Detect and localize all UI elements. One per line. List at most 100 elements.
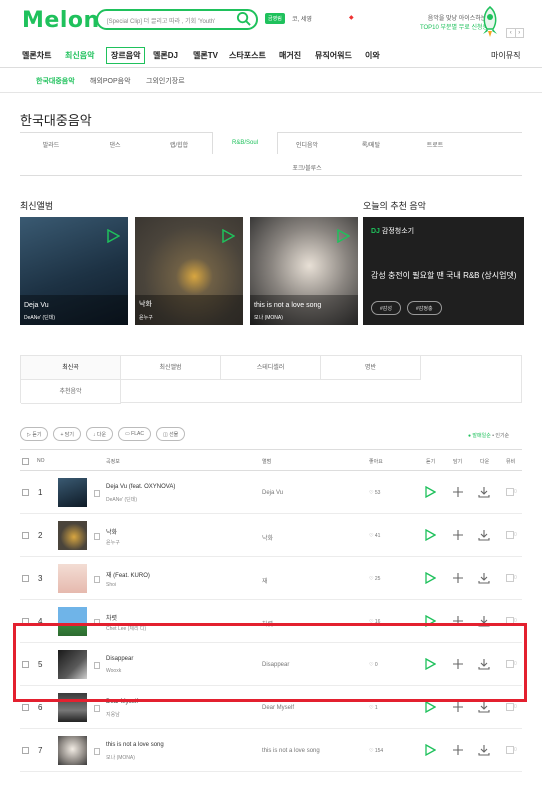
add-button[interactable]: + 담기 (53, 427, 81, 441)
song-info-icon[interactable] (94, 490, 100, 497)
like-button[interactable]: ♡ 41 (369, 533, 380, 539)
subnav-pop[interactable]: 해외POP음악 (90, 76, 131, 86)
song-title[interactable]: Deja Vu (feat. OXYNOVA) (106, 484, 175, 490)
album-artist[interactable]: 모나 (MONA) (254, 314, 283, 321)
album-artist[interactable]: 윤누구 (139, 314, 153, 321)
song-artist[interactable]: 지웅남 (106, 711, 120, 718)
download-icon[interactable] (478, 701, 490, 713)
play-icon[interactable] (221, 229, 235, 243)
song-info-icon[interactable] (94, 705, 100, 712)
recommend-description[interactable]: 감성 충전이 필요할 땐 국내 R&B (상시업뎃) (371, 270, 519, 282)
gnb-dj[interactable]: 멜론DJ (153, 50, 178, 61)
song-thumbnail[interactable] (58, 521, 87, 550)
tab-classic[interactable]: 명반 (321, 356, 421, 380)
like-button[interactable]: ♡ 25 (369, 576, 380, 582)
gnb-chart[interactable]: 멜론차트 (22, 50, 51, 61)
download-icon[interactable] (478, 744, 490, 756)
tab-latest-albums[interactable]: 최신앨범 (121, 356, 221, 380)
song-title[interactable]: 재 (Feat. KURO) (106, 570, 150, 579)
genre-dance[interactable]: 댄스 (84, 140, 146, 149)
row-checkbox[interactable] (22, 575, 29, 582)
song-thumbnail[interactable] (58, 736, 87, 765)
song-row[interactable]: 7 this is not a love song 모나 (MONA) this… (20, 729, 522, 772)
recommend-card[interactable]: DJ 감정청소기 감성 충전이 필요할 땐 국내 R&B (상시업뎃) #감성 … (363, 217, 524, 325)
song-row[interactable]: 3 재 (Feat. KURO) Shoi 재 ♡ 25 0 (20, 557, 522, 600)
song-title[interactable]: 차렷 (106, 613, 117, 622)
genre-indie[interactable]: 인디음악 (276, 140, 338, 149)
song-album[interactable]: 낙화 (262, 533, 273, 542)
mv-icon[interactable] (506, 703, 514, 711)
mv-icon[interactable] (506, 574, 514, 582)
tab-steady[interactable]: 스테디셀러 (221, 356, 321, 380)
genre-folk[interactable]: 포크/블루스 (276, 163, 338, 172)
song-info-icon[interactable] (94, 748, 100, 755)
gift-button[interactable]: ◫ 선물 (155, 427, 186, 441)
gnb-awards[interactable]: 뮤직어워드 (315, 50, 352, 61)
header-user-text[interactable]: 코, 세영 (292, 14, 312, 23)
gnb-latest[interactable]: 최신음악 (65, 50, 94, 61)
promo-next-button[interactable]: › (514, 29, 524, 37)
song-album[interactable]: Deja Vu (262, 490, 283, 496)
gnb-mymusic[interactable]: 마이뮤직 (491, 50, 520, 61)
promo-pager[interactable]: ‹ › (506, 28, 524, 38)
play-icon[interactable] (424, 529, 436, 541)
mv-icon[interactable] (506, 746, 514, 754)
gnb-extra[interactable]: 이와 (365, 50, 380, 61)
row-checkbox[interactable] (22, 747, 29, 754)
mv-icon[interactable] (506, 488, 514, 496)
gnb-magazine[interactable]: 매거진 (279, 50, 301, 61)
play-icon[interactable] (424, 744, 436, 756)
add-icon[interactable] (452, 701, 464, 713)
select-all-checkbox[interactable] (22, 458, 29, 465)
mv-icon[interactable] (506, 531, 514, 539)
genre-hiphop[interactable]: 랩/힙합 (148, 140, 210, 149)
album-artist[interactable]: DeANe' (딘데) (24, 314, 55, 321)
promo-tag[interactable]: 금영림 (265, 13, 285, 24)
download-icon[interactable] (478, 529, 490, 541)
genre-rock[interactable]: 록/메탈 (340, 140, 402, 149)
song-row[interactable]: 2 낙화 윤누구 낙화 ♡ 41 0 (20, 514, 522, 557)
download-icon[interactable] (478, 572, 490, 584)
row-checkbox[interactable] (22, 704, 29, 711)
add-icon[interactable] (452, 744, 464, 756)
subnav-korean[interactable]: 한국대중음악 (36, 76, 75, 86)
song-album[interactable]: 재 (262, 576, 268, 585)
listen-button[interactable]: ▷ 듣기 (20, 427, 49, 441)
song-thumbnail[interactable] (58, 478, 87, 507)
like-button[interactable]: ♡ 53 (369, 490, 380, 496)
flac-button[interactable]: ▭ FLAC (118, 427, 151, 441)
download-button[interactable]: ↓ 다운 (85, 427, 114, 441)
row-checkbox[interactable] (22, 532, 29, 539)
gnb-starpost[interactable]: 스타포스트 (229, 50, 266, 61)
song-artist[interactable]: 모나 (MONA) (106, 754, 135, 761)
subnav-others[interactable]: 그외인기장르 (146, 76, 185, 86)
album-card[interactable]: Deja Vu DeANe' (딘데) (20, 217, 128, 325)
tab-recommend[interactable]: 추천음악 (21, 380, 121, 404)
gnb-tv[interactable]: 멜론TV (193, 50, 218, 61)
song-album[interactable]: this is not a love song (262, 748, 320, 754)
song-artist[interactable]: Shoi (106, 582, 116, 588)
song-artist[interactable]: 윤누구 (106, 539, 120, 546)
album-card[interactable]: this is not a love song 모나 (MONA) (250, 217, 358, 325)
song-title[interactable]: this is not a love song (106, 742, 164, 748)
add-icon[interactable] (452, 529, 464, 541)
sort-by-date[interactable]: ● 발매일순 (468, 433, 491, 439)
promo-prev-button[interactable]: ‹ (507, 29, 515, 37)
melon-logo[interactable]: Melon (22, 8, 100, 33)
song-album[interactable]: Dear Myself (262, 705, 294, 711)
album-card[interactable]: 낙화 윤누구 (135, 217, 243, 325)
song-info-icon[interactable] (94, 533, 100, 540)
tab-latest-songs[interactable]: 최신곡 (21, 356, 121, 380)
play-icon[interactable] (424, 486, 436, 498)
song-row[interactable]: 1 Deja Vu (feat. OXYNOVA) DeANe' (딘데) De… (20, 471, 522, 514)
search-input[interactable]: [Special Clip] 더 끌리고 따라 , 기회 'Youth' (96, 9, 258, 30)
row-checkbox[interactable] (22, 489, 29, 496)
sort-by-popularity[interactable]: • 인기순 (492, 433, 509, 439)
add-icon[interactable] (452, 572, 464, 584)
genre-ballad[interactable]: 발라드 (20, 140, 82, 149)
song-info-icon[interactable] (94, 576, 100, 583)
download-icon[interactable] (478, 486, 490, 498)
like-button[interactable]: ♡ 154 (369, 748, 383, 754)
like-button[interactable]: ♡ 1 (369, 705, 378, 711)
add-icon[interactable] (452, 486, 464, 498)
